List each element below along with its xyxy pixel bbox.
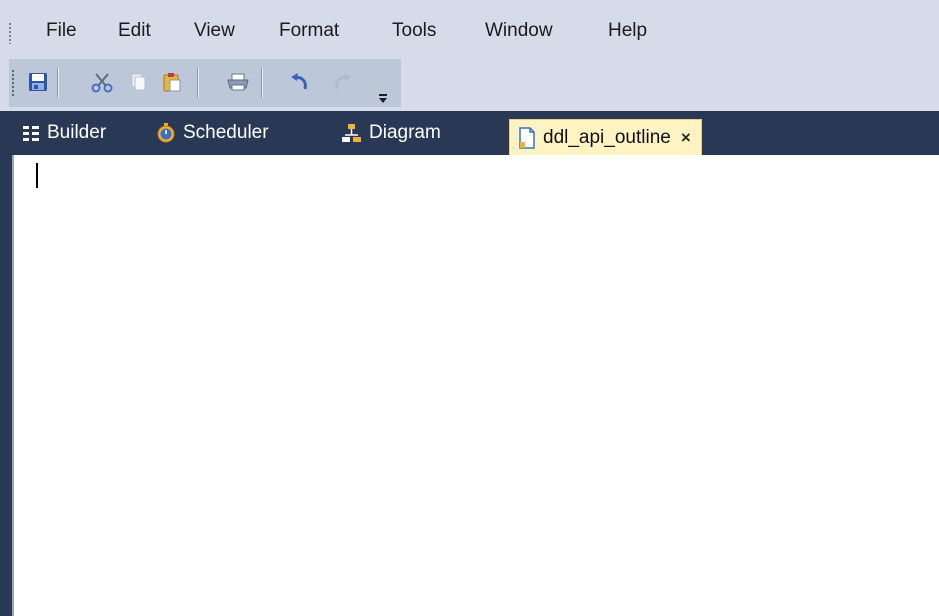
- toolbar-separator: [261, 68, 262, 98]
- menu-format[interactable]: Format: [277, 20, 341, 42]
- redo-icon: [335, 73, 351, 90]
- paste-icon: [163, 73, 181, 92]
- text-editor[interactable]: [12, 155, 939, 616]
- toolbar-overflow-button[interactable]: [375, 83, 391, 103]
- tab-diagram[interactable]: Diagram: [342, 117, 441, 149]
- toolbar-grip[interactable]: [12, 69, 14, 97]
- menu-view[interactable]: View: [192, 20, 237, 42]
- overflow-bar-icon: [379, 94, 387, 96]
- menu-tools[interactable]: Tools: [390, 20, 438, 42]
- tab-diagram-label: Diagram: [369, 122, 441, 143]
- tab-ddl-api-outline[interactable]: ddl_api_outline ×: [509, 119, 702, 156]
- stopwatch-icon: [156, 123, 176, 143]
- editor-frame: [0, 155, 939, 616]
- print-icon: [227, 73, 249, 91]
- tab-builder-label: Builder: [47, 122, 107, 143]
- copy-icon: [131, 73, 146, 91]
- menu-bar: File Edit View Format Tools Window Help: [0, 0, 939, 58]
- text-caret: [36, 163, 38, 188]
- menu-file[interactable]: File: [44, 20, 79, 42]
- copy-button[interactable]: [125, 69, 151, 95]
- menu-window[interactable]: Window: [483, 20, 555, 42]
- undo-button[interactable]: [287, 69, 313, 95]
- undo-icon: [291, 73, 307, 90]
- menu-help[interactable]: Help: [606, 20, 649, 42]
- tab-scheduler[interactable]: Scheduler: [156, 117, 269, 149]
- paste-button[interactable]: [159, 69, 185, 95]
- menu-edit[interactable]: Edit: [116, 20, 153, 42]
- document-tab-strip: Builder Scheduler Diagram ddl_api_outlin…: [0, 111, 939, 156]
- close-icon[interactable]: ×: [681, 128, 691, 148]
- menu-bar-grip[interactable]: [9, 22, 11, 44]
- diagram-icon: [342, 123, 362, 143]
- save-button[interactable]: [25, 69, 51, 95]
- toolbar-separator: [197, 68, 198, 98]
- document-icon: [518, 127, 536, 149]
- tab-scheduler-label: Scheduler: [183, 122, 269, 143]
- chevron-down-icon: [379, 98, 387, 103]
- toolbar-separator: [57, 68, 58, 98]
- save-icon: [29, 73, 47, 91]
- redo-button[interactable]: [329, 69, 355, 95]
- standard-toolbar: [9, 59, 401, 107]
- cut-icon: [91, 73, 113, 93]
- cut-button[interactable]: [89, 69, 115, 95]
- print-button[interactable]: [225, 69, 251, 95]
- toolbar-area: [0, 58, 939, 111]
- tab-ddl-api-outline-label: ddl_api_outline: [543, 127, 671, 148]
- application-window: File Edit View Format Tools Window Help: [0, 0, 939, 616]
- tab-builder[interactable]: Builder: [22, 117, 106, 149]
- builder-grid-icon: [22, 124, 40, 142]
